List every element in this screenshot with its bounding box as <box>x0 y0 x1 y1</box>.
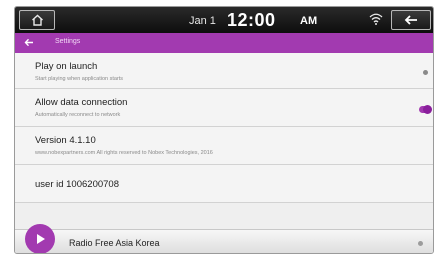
station-name: Radio Free Asia Korea <box>69 238 160 248</box>
setting-user-id: user id 1006200708 <box>15 165 433 203</box>
allow-data-connection-toggle[interactable] <box>419 105 432 114</box>
setting-description: Start playing when application starts <box>35 76 124 82</box>
setting-description: Automatically reconnect to network <box>35 112 121 118</box>
home-button[interactable] <box>19 10 55 30</box>
setting-label: Allow data connection <box>35 97 128 108</box>
wifi-icon <box>369 13 383 25</box>
setting-label: Play on launch <box>35 61 98 72</box>
device-screen: Jan 1 12:00 AM Settings Play on launch S… <box>14 6 434 254</box>
status-date: Jan 1 <box>189 15 216 27</box>
player-indicator-icon <box>418 241 423 246</box>
empty-area <box>15 203 433 229</box>
play-button[interactable] <box>25 224 55 253</box>
play-on-launch-toggle[interactable] <box>423 70 428 75</box>
status-time: 12:00 <box>227 10 276 30</box>
back-button[interactable] <box>391 10 431 30</box>
page-title: Settings <box>55 38 81 45</box>
status-ampm: AM <box>300 15 318 27</box>
setting-allow-data-connection[interactable]: Allow data connection Automatically reco… <box>15 89 433 127</box>
version-label: Version 4.1.10 <box>35 135 96 146</box>
user-id-label: user id 1006200708 <box>35 179 119 190</box>
setting-play-on-launch[interactable]: Play on launch Start playing when applic… <box>15 53 433 89</box>
setting-version: Version 4.1.10 www.nobexpartners.com All… <box>15 127 433 165</box>
title-bar: Settings <box>15 33 433 53</box>
status-bar: Jan 1 12:00 AM <box>15 7 433 33</box>
play-icon <box>37 234 45 244</box>
player-bar[interactable]: Radio Free Asia Korea <box>15 224 433 253</box>
home-icon <box>32 14 43 26</box>
back-arrow-icon <box>404 15 417 25</box>
copyright-text: www.nobexpartners.com All rights reserve… <box>35 150 213 156</box>
back-arrow-icon[interactable] <box>24 38 34 47</box>
